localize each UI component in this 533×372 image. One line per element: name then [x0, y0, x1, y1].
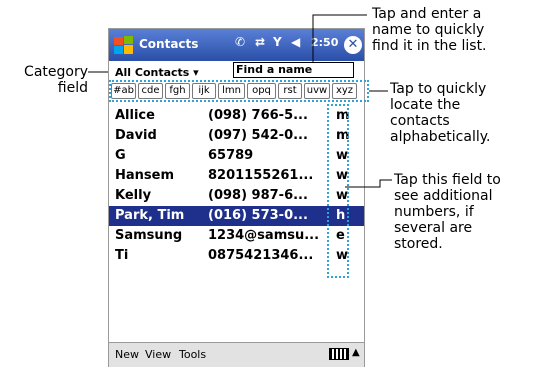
find-name-annotation: Tap and enter a name to quickly find it … — [372, 6, 487, 54]
category-field-annotation: Category field — [24, 64, 88, 96]
alphabetical-annotation: Tap to quickly locate the contacts alpha… — [390, 81, 491, 145]
additional-numbers-annotation: Tap this field to see additional numbers… — [394, 172, 501, 252]
